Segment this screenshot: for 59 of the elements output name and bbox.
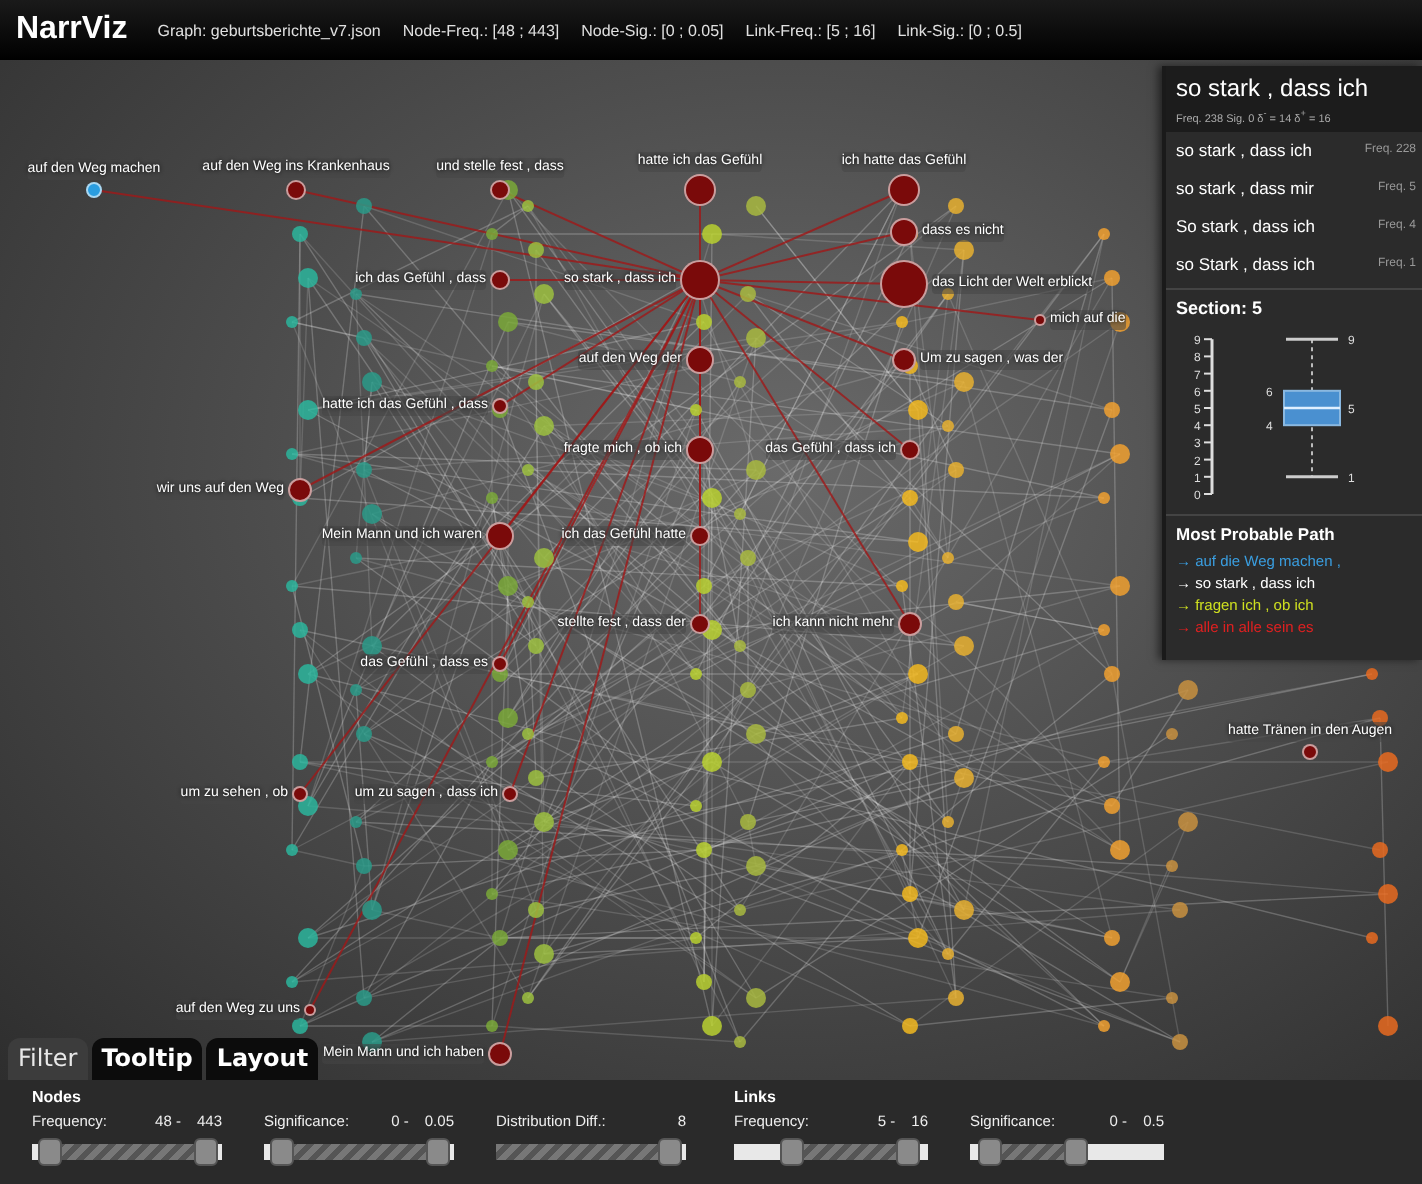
graph-node[interactable] bbox=[890, 218, 918, 246]
graph-info: Node-Sig.: [0 ; 0.05] bbox=[581, 21, 724, 39]
tooltip-title: so stark , dass ich bbox=[1176, 74, 1371, 102]
graph-node[interactable] bbox=[492, 656, 508, 672]
graph-node[interactable] bbox=[686, 436, 714, 464]
graph-node[interactable] bbox=[492, 398, 508, 414]
range-slider[interactable] bbox=[970, 1138, 1164, 1166]
graph-node[interactable] bbox=[490, 180, 510, 200]
graph-info: Link-Freq.: [5 ; 16] bbox=[745, 21, 876, 39]
graph-node[interactable] bbox=[684, 174, 716, 206]
graph-node[interactable] bbox=[286, 180, 306, 200]
variant-phrase: so stark , dass ich bbox=[1176, 140, 1313, 161]
slider-handle[interactable] bbox=[38, 1138, 63, 1166]
tab[interactable]: Tooltip bbox=[91, 1038, 203, 1080]
range-slider[interactable] bbox=[734, 1138, 928, 1166]
graph-node[interactable] bbox=[292, 786, 308, 802]
graph-node[interactable] bbox=[486, 522, 514, 550]
slider-handle[interactable] bbox=[193, 1138, 217, 1166]
slider-handle[interactable] bbox=[978, 1138, 1003, 1166]
graph-node[interactable] bbox=[502, 786, 518, 802]
range-slider[interactable] bbox=[264, 1138, 454, 1166]
graph-node[interactable] bbox=[1302, 744, 1318, 760]
graph-info: Node-Freq.: [48 ; 443] bbox=[402, 21, 560, 39]
graph-node[interactable] bbox=[680, 260, 720, 300]
variant-phrase: so stark , dass mir bbox=[1176, 178, 1314, 199]
graph-node[interactable] bbox=[86, 182, 102, 198]
slider-handle[interactable] bbox=[1063, 1138, 1088, 1166]
graph-node[interactable] bbox=[304, 1004, 316, 1016]
group-title: Nodes bbox=[32, 1088, 83, 1106]
graph-node[interactable] bbox=[898, 612, 922, 636]
graph-node[interactable] bbox=[490, 270, 510, 290]
graph-node[interactable] bbox=[888, 174, 920, 206]
tab[interactable]: Layout bbox=[206, 1038, 319, 1080]
slider-handle[interactable] bbox=[657, 1138, 681, 1166]
graph-node[interactable] bbox=[892, 348, 916, 372]
graph-info: Link-Sig.: [0 ; 0.5] bbox=[897, 21, 1022, 39]
app-title: NarrViz bbox=[16, 12, 128, 48]
graph-node[interactable] bbox=[690, 614, 710, 634]
graph-node[interactable] bbox=[690, 526, 710, 546]
variant-phrase: so Stark , dass ich bbox=[1176, 254, 1315, 275]
variant-phrase: So stark , dass ich bbox=[1176, 216, 1315, 237]
graph-node[interactable] bbox=[488, 1042, 512, 1066]
range-slider[interactable] bbox=[32, 1138, 222, 1166]
section-label: Section: 5 bbox=[1176, 297, 1265, 318]
graph-info: Graph: geburtsberichte_v7.json bbox=[157, 21, 381, 39]
group-title: Links bbox=[734, 1088, 778, 1106]
graph-node[interactable] bbox=[900, 440, 920, 460]
path-title: Most Probable Path bbox=[1176, 523, 1337, 544]
slider-handle[interactable] bbox=[779, 1138, 804, 1166]
graph-node[interactable] bbox=[880, 260, 928, 308]
box-plot-drawing bbox=[1283, 337, 1341, 478]
graph-node[interactable] bbox=[686, 346, 714, 374]
graph-node[interactable] bbox=[288, 478, 312, 502]
slider-handle[interactable] bbox=[895, 1138, 920, 1166]
graph-node[interactable] bbox=[1034, 314, 1046, 326]
tab[interactable]: Filter bbox=[8, 1038, 88, 1080]
slider-handle[interactable] bbox=[270, 1138, 295, 1166]
range-slider[interactable] bbox=[496, 1138, 686, 1166]
slider-handle[interactable] bbox=[425, 1138, 449, 1166]
